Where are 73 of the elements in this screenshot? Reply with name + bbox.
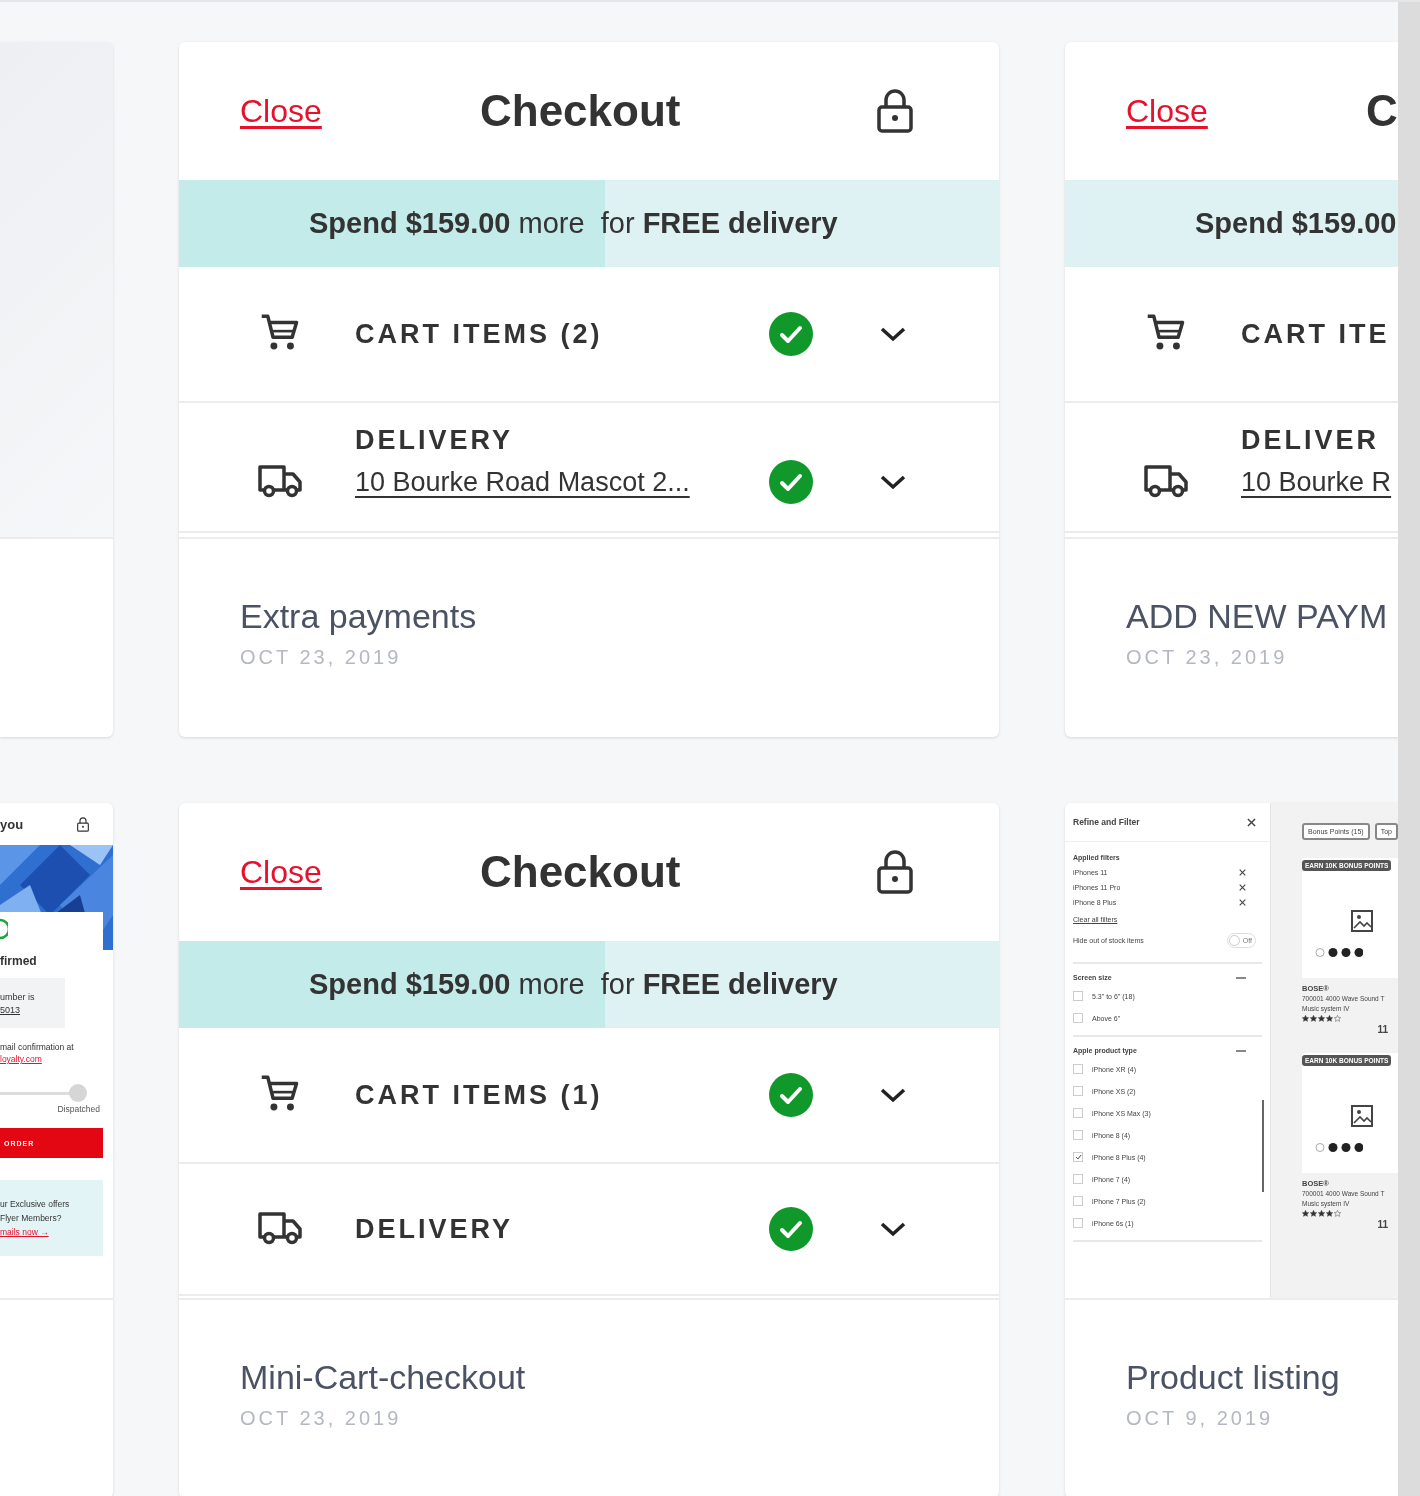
- checkout-title: C: [1366, 86, 1398, 136]
- design-card[interactable]: Close Checkout Spend $159.00 more for FREE delivery CART ITEMS (1) DELIVERY Mini-Cart-checkout OCT 23, 2019: [179, 803, 999, 1496]
- card-date: OCT 9, 2019: [1126, 1407, 1274, 1430]
- address-link[interactable]: 10 Bourke Road Mascot 2...: [355, 466, 769, 498]
- checkout-title: Checkout: [480, 847, 682, 897]
- card-date: OCT 23, 2019: [240, 1407, 402, 1430]
- panel-title: Refine and Filter: [1073, 817, 1140, 827]
- cart-section[interactable]: CART ITEMS (1): [179, 1028, 999, 1164]
- delivery-section[interactable]: DELIVERY 10 Bourke Road Mascot 2...: [179, 403, 999, 533]
- status-text: firmed: [0, 954, 37, 968]
- close-link[interactable]: Close: [240, 92, 322, 130]
- collapse-icon[interactable]: [1236, 976, 1246, 979]
- email-link[interactable]: loyalty.com: [0, 1054, 42, 1064]
- section-label: DELIVERY: [355, 425, 515, 456]
- design-card[interactable]: Close Checkout Spend $159.00 more for FREE delivery CART ITEMS (2) DELIVERY 10 Bourke Road Mascot 2... Extra payments OCT 23, 2019: [179, 42, 999, 737]
- chevron-down-icon[interactable]: [879, 473, 907, 491]
- swatch-dots-drawing: [1315, 1142, 1363, 1153]
- chevron-down-icon[interactable]: [879, 1220, 907, 1238]
- card-title: Extra payments: [240, 597, 477, 636]
- checkbox[interactable]: [1073, 1013, 1083, 1023]
- checkbox[interactable]: [1073, 1130, 1083, 1140]
- checkbox[interactable]: [1073, 1086, 1083, 1096]
- checkbox[interactable]: [1073, 1174, 1083, 1184]
- section-label: CART ITEMS (1): [355, 1079, 604, 1111]
- close-icon[interactable]: [1239, 869, 1246, 876]
- order-label: umber is: [0, 991, 36, 1002]
- banner-text: Spend $159.00: [1194, 207, 1397, 240]
- checkbox[interactable]: [1073, 1108, 1083, 1118]
- chevron-down-icon[interactable]: [879, 325, 907, 343]
- close-icon[interactable]: [1247, 817, 1256, 827]
- checkout-title: Checkout: [480, 86, 682, 136]
- section-label: DELIVERY: [355, 1213, 515, 1245]
- offer-text: ur Exclusive offers: [0, 1199, 71, 1209]
- card-date: OCT 23, 2019: [1126, 646, 1288, 669]
- checkbox[interactable]: [1073, 991, 1083, 1001]
- section-label: DELIVER: [1241, 425, 1381, 456]
- swatch-dots-drawing: [1315, 947, 1363, 958]
- screen-title: you: [0, 816, 24, 832]
- checkbox[interactable]: [1073, 1196, 1083, 1206]
- card-title: Mini-Cart-checkout: [240, 1358, 526, 1397]
- lock-icon: [77, 816, 89, 832]
- card-date: OCT 23, 2019: [240, 646, 402, 669]
- close-link[interactable]: Close: [1126, 92, 1208, 130]
- product-price: 11: [1377, 1024, 1388, 1035]
- scrollbar[interactable]: [1398, 2, 1420, 1496]
- section-label: CART ITE: [1241, 318, 1391, 350]
- close-icon[interactable]: [1239, 899, 1246, 906]
- success-icon: [0, 918, 8, 940]
- checkbox[interactable]: [1073, 1064, 1083, 1074]
- close-link[interactable]: Close: [240, 853, 322, 891]
- chevron-down-icon[interactable]: [879, 1086, 907, 1104]
- card-title: Product listing: [1126, 1358, 1340, 1397]
- delivery-section[interactable]: DELIVERY: [179, 1164, 999, 1296]
- product-price: 11: [1377, 1219, 1388, 1230]
- email-note: mail confirmation at: [0, 1041, 74, 1054]
- card-title: ADD NEW PAYM: [1126, 597, 1388, 636]
- checkbox[interactable]: [1073, 1152, 1083, 1162]
- cart-section[interactable]: CART ITEMS (2): [179, 267, 999, 403]
- banner-text: Spend $159.00 more for FREE delivery: [308, 207, 838, 240]
- offer-link[interactable]: mails now →: [0, 1227, 103, 1237]
- banner-text: Spend $159.00 more for FREE delivery: [308, 968, 838, 1001]
- progress-label: Dispatched: [57, 1104, 100, 1114]
- design-card[interactable]: Close C Spend $159.00 CART ITE DELIVER 10 Bourke R ADD NEW PAYM OCT 23, 2019: [1065, 42, 1398, 737]
- image-icon: [1350, 909, 1374, 933]
- collapse-icon[interactable]: [1236, 1049, 1246, 1052]
- section-label: CART ITEMS (2): [355, 318, 604, 350]
- offer-text: Flyer Members?: [0, 1213, 63, 1223]
- order-number: 5013: [0, 1004, 22, 1015]
- scrollbar[interactable]: [1262, 1100, 1264, 1192]
- close-icon[interactable]: [1239, 884, 1246, 891]
- address-link[interactable]: 10 Bourke R: [1241, 466, 1398, 498]
- checkbox[interactable]: [1073, 1218, 1083, 1228]
- image-icon: [1350, 1104, 1374, 1128]
